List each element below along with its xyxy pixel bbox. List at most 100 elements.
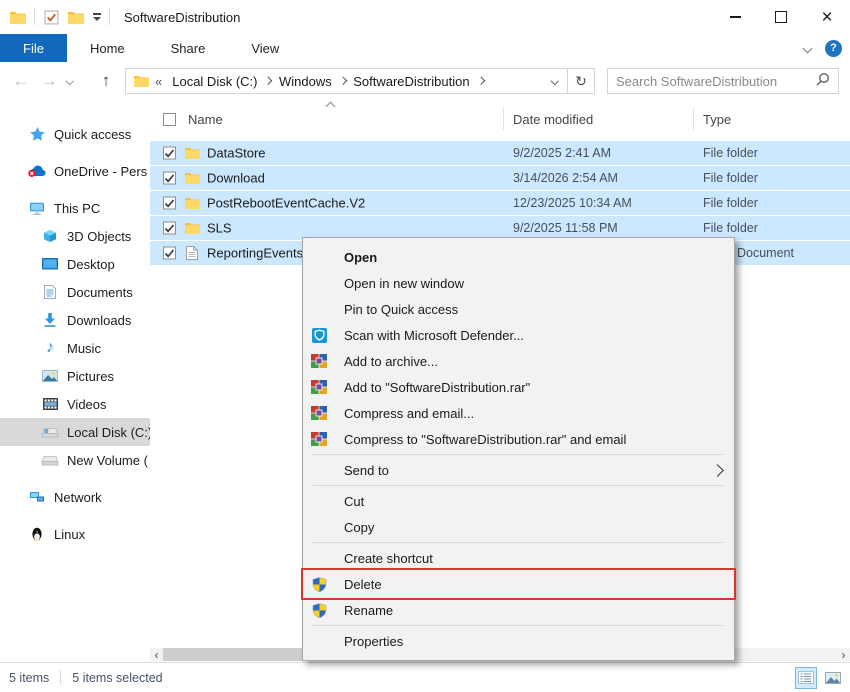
status-separator xyxy=(60,670,61,685)
table-row[interactable]: DataStore9/2/2025 2:41 AMFile folder xyxy=(150,141,850,165)
table-row[interactable]: Download3/14/2026 2:54 AMFile folder xyxy=(150,166,850,190)
row-checkbox[interactable] xyxy=(163,172,176,185)
sidebar-item-linux[interactable]: Linux xyxy=(0,520,150,548)
folder-icon xyxy=(183,197,201,209)
3d-objects-icon xyxy=(41,229,59,243)
tab-file[interactable]: File xyxy=(0,34,67,62)
tab-share[interactable]: Share xyxy=(148,34,229,62)
address-bar[interactable]: « Local Disk (C:) Windows SoftwareDistribu… xyxy=(125,68,595,94)
row-checkbox[interactable] xyxy=(163,247,176,260)
quick-access-star-icon xyxy=(28,127,46,141)
tab-home[interactable]: Home xyxy=(67,34,148,62)
onedrive-icon xyxy=(28,164,46,178)
help-icon[interactable]: ? xyxy=(825,40,842,57)
breadcrumb-item[interactable]: SoftwareDistribution xyxy=(348,74,474,89)
menu-item-add-to-softwaredistribution-rar[interactable]: Add to "SoftwareDistribution.rar" xyxy=(303,374,734,400)
tab-view[interactable]: View xyxy=(228,34,302,62)
search-box[interactable]: Search SoftwareDistribution xyxy=(607,68,839,94)
quick-access-toolbar xyxy=(0,9,110,25)
menu-item-compress-and-email[interactable]: Compress and email... xyxy=(303,400,734,426)
breadcrumb-chevron-icon[interactable] xyxy=(339,77,347,85)
up-button[interactable]: ↑ xyxy=(94,62,118,100)
sidebar-item-onedrive-pers[interactable]: OneDrive - Pers xyxy=(0,157,150,185)
breadcrumb-overflow-chevron[interactable]: « xyxy=(150,74,167,89)
local-disk-icon xyxy=(41,427,59,438)
row-checkbox[interactable] xyxy=(163,197,176,210)
menu-item-rename[interactable]: Rename xyxy=(303,597,734,623)
menu-item-pin-to-quick-access[interactable]: Pin to Quick access xyxy=(303,296,734,322)
sidebar-item-local-disk-c[interactable]: Local Disk (C:) xyxy=(0,418,150,446)
winrar-icon xyxy=(311,405,327,421)
qat-customize-dropdown-icon[interactable] xyxy=(92,12,102,22)
close-button[interactable]: × xyxy=(804,0,850,34)
breadcrumb-item[interactable]: Windows xyxy=(274,74,337,89)
sidebar-item-this-pc[interactable]: This PC xyxy=(0,194,150,222)
sidebar-item-new-volume[interactable]: New Volume ( xyxy=(0,446,150,474)
details-view-button[interactable] xyxy=(795,667,817,689)
breadcrumb-chevron-icon[interactable] xyxy=(476,77,484,85)
column-header-name[interactable]: Name xyxy=(188,112,223,127)
minimize-button[interactable] xyxy=(712,0,758,34)
breadcrumb-chevron-icon[interactable] xyxy=(264,77,272,85)
select-all-checkbox[interactable] xyxy=(163,113,176,126)
winrar-icon xyxy=(311,379,327,395)
menu-item-compress-to-softwaredistribution-rar-and-email[interactable]: Compress to "SoftwareDistribution.rar" a… xyxy=(303,426,734,452)
menu-item-label: Copy xyxy=(344,520,374,535)
search-placeholder: Search SoftwareDistribution xyxy=(616,74,777,89)
menu-item-send-to[interactable]: Send to xyxy=(303,457,734,483)
refresh-icon[interactable]: ↻ xyxy=(567,69,594,93)
column-separator[interactable] xyxy=(503,108,504,130)
back-button[interactable]: ← xyxy=(10,62,32,100)
menu-item-delete[interactable]: Delete xyxy=(303,571,734,597)
sort-ascending-icon xyxy=(326,102,336,112)
items-count: 5 items xyxy=(9,671,49,685)
row-checkbox[interactable] xyxy=(163,147,176,160)
address-folder-icon xyxy=(132,75,150,87)
column-header-date-modified[interactable]: Date modified xyxy=(513,112,593,127)
menu-item-create-shortcut[interactable]: Create shortcut xyxy=(303,545,734,571)
menu-icon-spacer xyxy=(311,301,327,317)
sidebar-item-3d-objects[interactable]: 3D Objects xyxy=(0,222,150,250)
menu-item-open[interactable]: Open xyxy=(303,244,734,270)
forward-button[interactable]: → xyxy=(38,62,60,100)
scroll-left-arrow-icon[interactable]: ‹ xyxy=(150,648,163,661)
menu-item-label: Properties xyxy=(344,634,403,649)
this-pc-icon xyxy=(28,202,46,215)
window-title: SoftwareDistribution xyxy=(124,10,240,25)
sidebar-item-videos[interactable]: Videos xyxy=(0,390,150,418)
thumbnails-view-button[interactable] xyxy=(822,667,844,689)
sidebar-item-downloads[interactable]: Downloads xyxy=(0,306,150,334)
sidebar-item-pictures[interactable]: Pictures xyxy=(0,362,150,390)
sidebar-item-desktop[interactable]: Desktop xyxy=(0,250,150,278)
sidebar-item-network[interactable]: Network xyxy=(0,483,150,511)
menu-item-scan-with-microsoft-defender[interactable]: Scan with Microsoft Defender... xyxy=(303,322,734,348)
sidebar-item-music[interactable]: ♪Music xyxy=(0,334,150,362)
menu-item-label: Scan with Microsoft Defender... xyxy=(344,328,524,343)
sidebar-item-documents[interactable]: Documents xyxy=(0,278,150,306)
column-header-type[interactable]: Type xyxy=(703,112,731,127)
menu-item-open-in-new-window[interactable]: Open in new window xyxy=(303,270,734,296)
table-row[interactable]: PostRebootEventCache.V212/23/2025 10:34 … xyxy=(150,191,850,215)
column-separator[interactable] xyxy=(693,108,694,130)
menu-item-cut[interactable]: Cut xyxy=(303,488,734,514)
qat-properties-check-icon[interactable] xyxy=(42,10,60,25)
file-name: DataStore xyxy=(207,146,266,161)
breadcrumb: Local Disk (C:) Windows SoftwareDistributi… xyxy=(167,74,486,89)
qat-new-folder-icon[interactable] xyxy=(67,11,85,24)
scroll-right-arrow-icon[interactable]: › xyxy=(837,648,850,661)
menu-item-add-to-archive[interactable]: Add to archive... xyxy=(303,348,734,374)
row-checkbox[interactable] xyxy=(163,222,176,235)
menu-item-copy[interactable]: Copy xyxy=(303,514,734,540)
maximize-button[interactable] xyxy=(758,0,804,34)
address-dropdown-chevron-icon[interactable] xyxy=(543,69,567,93)
menu-item-properties[interactable]: Properties xyxy=(303,628,734,654)
search-icon[interactable] xyxy=(816,72,830,91)
sidebar-item-quick-access[interactable]: Quick access xyxy=(0,120,150,148)
file-name: Download xyxy=(207,171,265,186)
expand-ribbon-chevron-icon[interactable] xyxy=(803,43,813,53)
sidebar-item-label: 3D Objects xyxy=(67,229,131,244)
menu-item-label: Pin to Quick access xyxy=(344,302,458,317)
sidebar-item-label: Downloads xyxy=(67,313,131,328)
recent-locations-chevron-icon[interactable] xyxy=(62,62,78,100)
breadcrumb-item[interactable]: Local Disk (C:) xyxy=(167,74,262,89)
